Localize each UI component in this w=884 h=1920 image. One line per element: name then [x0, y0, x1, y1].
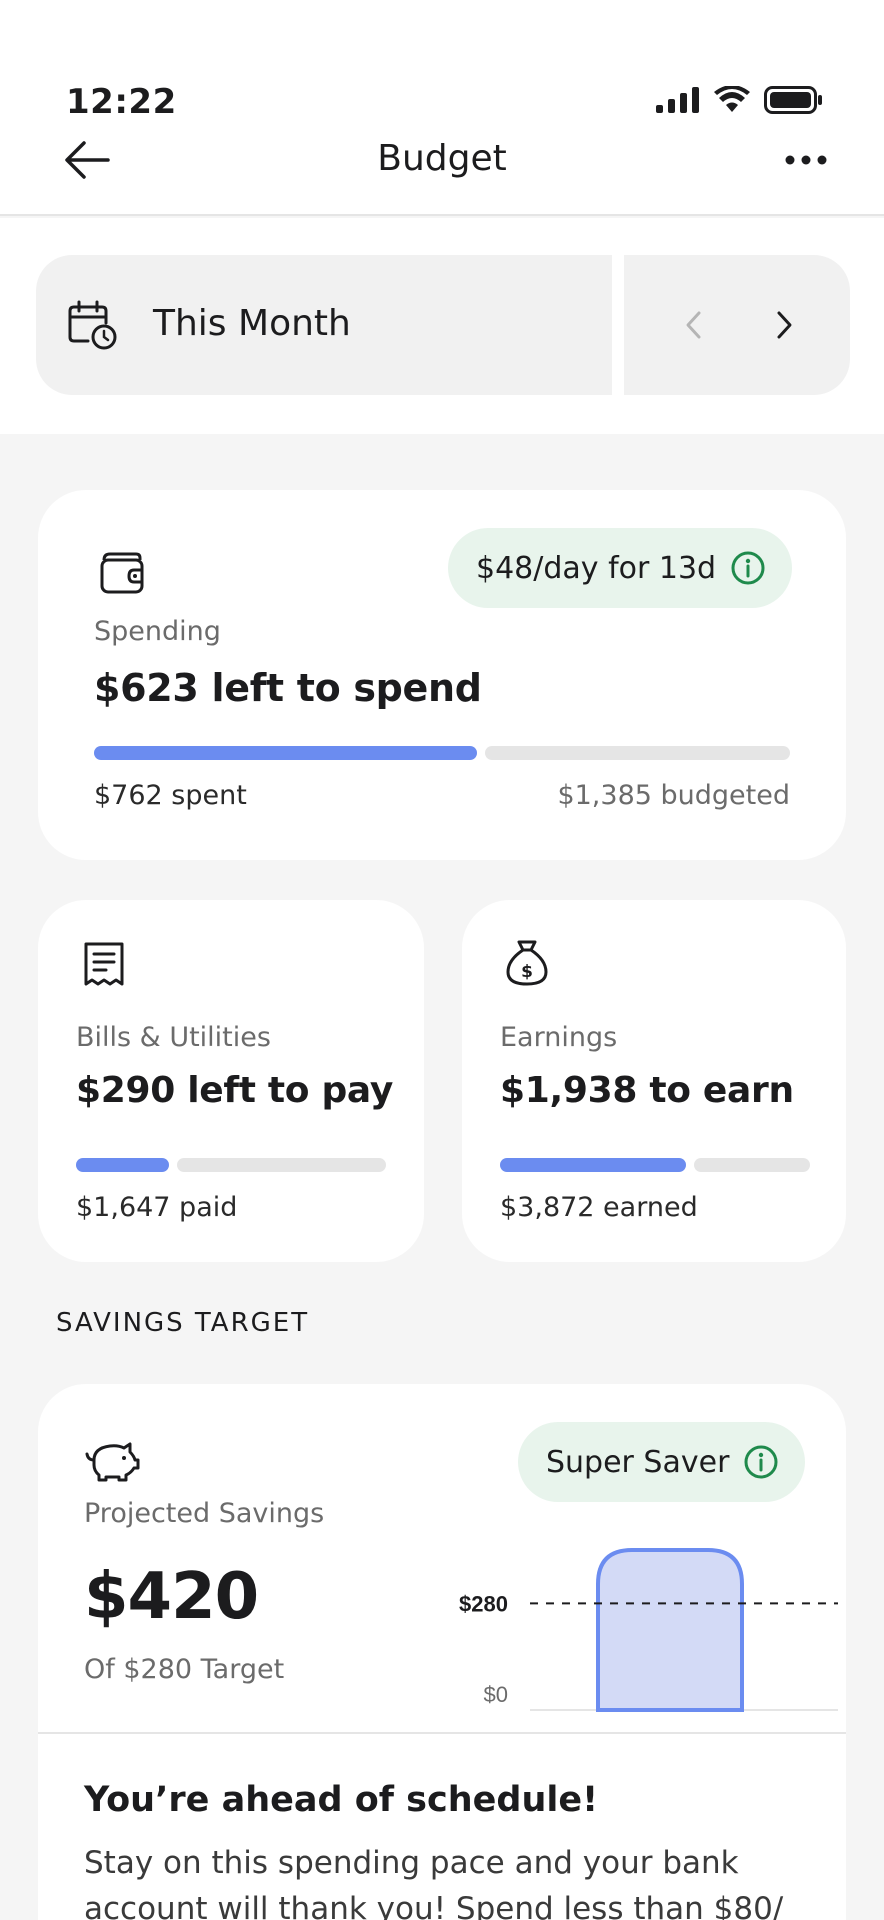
piggy-bank-icon [85, 1442, 140, 1482]
earnings-label: Earnings [500, 1022, 618, 1053]
status-icons [656, 86, 822, 114]
more-options-icon[interactable] [780, 144, 832, 176]
wallet-icon [100, 552, 144, 594]
spending-progress-fill [94, 746, 477, 760]
info-icon[interactable] [730, 550, 766, 586]
projected-savings-label: Projected Savings [84, 1498, 325, 1529]
period-label: This Month [153, 303, 351, 344]
saver-status-text: Super Saver [546, 1444, 730, 1480]
info-icon[interactable] [743, 1444, 779, 1480]
receipt-icon [84, 942, 124, 986]
chart-bar-projected [596, 1548, 744, 1712]
signal-icon [656, 87, 699, 113]
money-bag-icon: $ [506, 940, 548, 986]
earnings-progress-bar [500, 1158, 810, 1172]
page-title: Budget [377, 138, 507, 179]
earnings-progress-remaining [694, 1158, 810, 1172]
bills-progress-remaining [177, 1158, 386, 1172]
svg-text:$: $ [521, 962, 533, 982]
chevron-right-icon[interactable] [764, 303, 804, 347]
ahead-body: Stay on this spending pace and your bank… [84, 1845, 784, 1920]
status-time: 12:22 [66, 82, 177, 122]
chevron-left-icon[interactable] [674, 303, 714, 347]
earned-amount: $3,872 earned [500, 1192, 698, 1223]
daily-allowance-text: $48/day for 13d [476, 550, 717, 586]
savings-divider [38, 1732, 846, 1734]
bills-progress-fill [76, 1158, 169, 1172]
spent-amount: $762 spent [94, 780, 247, 811]
daily-allowance-badge[interactable]: $48/day for 13d [448, 528, 793, 608]
wifi-icon [714, 86, 750, 112]
earnings-card[interactable]: $ Earnings $1,938 to earn $3,872 earned [462, 900, 846, 1262]
period-navigation [624, 255, 850, 395]
spending-progress-bar [94, 746, 790, 760]
projected-savings-amount: $420 [84, 1560, 259, 1634]
bills-paid-amount: $1,647 paid [76, 1192, 238, 1223]
ahead-title: You’re ahead of schedule! [84, 1780, 599, 1820]
bills-headline: $290 left to pay [76, 1070, 393, 1111]
earnings-headline: $1,938 to earn [500, 1070, 794, 1111]
spending-label: Spending [94, 616, 221, 647]
spending-progress-remaining [484, 746, 790, 760]
period-selector[interactable]: This Month [36, 255, 612, 395]
top-bar: 12:22 Budget [0, 0, 884, 216]
chart-zero-label: $0 [484, 1682, 508, 1707]
savings-card[interactable]: Super Saver Projected Savings $420 Of $2… [38, 1384, 846, 1920]
battery-icon [764, 86, 822, 114]
budgeted-amount: $1,385 budgeted [557, 780, 790, 811]
bills-progress-bar [76, 1158, 386, 1172]
spending-headline: $623 left to spend [94, 666, 482, 710]
bills-card[interactable]: Bills & Utilities $290 left to pay $1,64… [38, 900, 424, 1262]
spending-card[interactable]: $48/day for 13d Spending $623 left to sp… [38, 490, 846, 860]
earnings-progress-fill [500, 1158, 686, 1172]
bills-label: Bills & Utilities [76, 1022, 271, 1053]
savings-section-title: SAVINGS TARGET [56, 1308, 310, 1338]
savings-chart: $280 $0 [459, 1548, 838, 1712]
saver-status-badge[interactable]: Super Saver [518, 1422, 806, 1502]
chart-target-label: $280 [459, 1591, 508, 1616]
calendar-clock-icon [68, 300, 117, 350]
savings-target-text: Of $280 Target [84, 1654, 285, 1685]
